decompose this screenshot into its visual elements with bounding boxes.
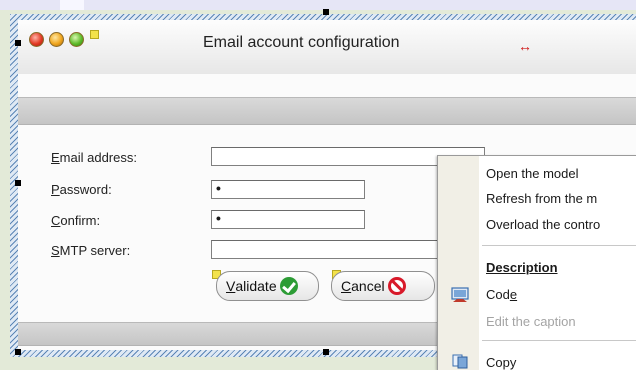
email-label: Email address: [51, 150, 137, 165]
code-label-text: Cod [486, 287, 510, 302]
validate-label: alidate [235, 278, 277, 294]
resize-handle-top[interactable] [323, 9, 329, 15]
checkmark-icon [279, 277, 298, 295]
anchor-handle-icon[interactable] [90, 30, 99, 39]
cancel-button[interactable]: Cancel [331, 271, 435, 301]
resize-handle-left[interactable] [15, 180, 21, 186]
smtp-label-mnemonic: S [51, 243, 60, 258]
menu-item-overload[interactable]: Overload the contro [486, 217, 600, 232]
confirm-label-text: onfirm: [60, 213, 101, 228]
smtp-label: SMTP server: [51, 243, 130, 258]
top-tab[interactable] [60, 0, 84, 10]
password-label-mnemonic: P [51, 182, 60, 197]
smtp-label-text: MTP server: [59, 243, 131, 258]
top-strip [0, 0, 636, 10]
top-band [18, 97, 636, 125]
anchor-arrow-icon: ↔ [518, 38, 532, 54]
title-bar: Email account configuration ↔ [18, 20, 636, 74]
email-label-text: mail address: [59, 150, 137, 165]
resize-handle-bottom-left[interactable] [15, 349, 21, 355]
menu-item-code[interactable]: Code [486, 287, 517, 302]
prohibited-icon [387, 277, 406, 295]
validate-button[interactable]: Validate [216, 271, 319, 301]
email-label-mnemonic: E [51, 150, 60, 165]
cancel-label: ancel [351, 278, 385, 294]
cancel-mnemonic: C [341, 278, 352, 294]
code-icon [451, 287, 469, 302]
copy-icon [452, 354, 468, 369]
menu-separator [482, 245, 636, 246]
context-menu: Open the model Refresh from the m Overlo… [437, 155, 636, 370]
menu-icon-gutter [438, 156, 479, 370]
password-field[interactable]: • [211, 180, 365, 199]
minimize-light-icon[interactable] [49, 32, 64, 47]
resize-handle-bottom[interactable] [323, 349, 329, 355]
password-label: Password: [51, 182, 112, 197]
menu-item-copy[interactable]: Copy [486, 355, 516, 370]
menu-item-description[interactable]: Description [486, 260, 558, 275]
menu-item-open-model[interactable]: Open the model [486, 166, 579, 181]
menu-item-edit-caption: Edit the caption [486, 314, 576, 329]
menu-separator [482, 340, 636, 341]
validate-mnemonic: V [226, 278, 236, 294]
resize-handle-top-left[interactable] [15, 40, 21, 46]
confirm-label: Confirm: [51, 213, 100, 228]
password-label-text: assword: [59, 182, 112, 197]
maximize-light-icon[interactable] [69, 32, 84, 47]
confirm-field[interactable]: • [211, 210, 365, 229]
close-light-icon[interactable] [29, 32, 44, 47]
confirm-label-mnemonic: C [51, 213, 61, 228]
description-label: Description [486, 260, 558, 275]
code-label-mnemonic: e [509, 287, 518, 302]
menu-item-refresh[interactable]: Refresh from the m [486, 191, 597, 206]
window-title: Email account configuration [203, 34, 400, 51]
